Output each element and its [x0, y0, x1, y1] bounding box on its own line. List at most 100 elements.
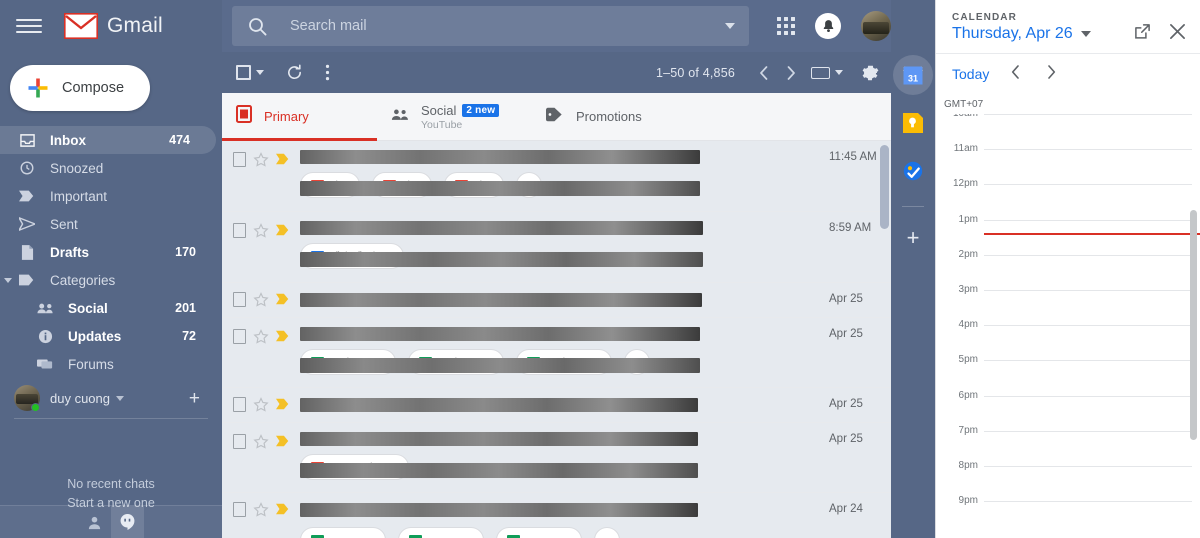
- sidebar-item-forums[interactable]: Forums: [0, 350, 222, 378]
- hour-label: 7pm: [958, 424, 978, 436]
- tasks-check-icon[interactable]: [898, 156, 928, 186]
- important-marker-icon[interactable]: [276, 152, 290, 166]
- list-item[interactable]: [496, 527, 582, 538]
- hour-label: 5pm: [958, 354, 978, 366]
- important-marker-icon[interactable]: [276, 223, 290, 237]
- add-chat-button[interactable]: +: [189, 389, 200, 408]
- table-row[interactable]: Aien Aien Aien 11:45 AM: [222, 141, 891, 212]
- hamburger-icon[interactable]: [16, 16, 42, 36]
- page-range: 1–50 of 4,856: [655, 65, 735, 80]
- hour-label: 1pm: [958, 213, 978, 225]
- table-row[interactable]: Screen Shot 20 Apr 25: [222, 423, 891, 493]
- chevron-down-icon[interactable]: [4, 277, 12, 283]
- chevron-down-icon[interactable]: [725, 23, 735, 29]
- star-icon[interactable]: [253, 329, 269, 345]
- email-list-scrollbar[interactable]: [880, 145, 889, 229]
- tab-primary[interactable]: Primary: [222, 93, 377, 141]
- left-sidebar: Gmail Compose Inbox 474 Snoozed Importan…: [0, 0, 222, 538]
- person-icon[interactable]: [78, 506, 111, 538]
- sidebar-item-drafts[interactable]: Drafts 170: [0, 238, 222, 266]
- tab-label: Social: [421, 102, 457, 118]
- bell-icon[interactable]: [815, 13, 841, 39]
- chevron-down-icon[interactable]: [116, 395, 124, 401]
- hour-label: 8pm: [958, 459, 978, 471]
- keep-bulb-icon[interactable]: [898, 108, 928, 138]
- row-checkbox[interactable]: [233, 397, 246, 412]
- important-marker-icon[interactable]: [276, 292, 290, 306]
- row-checkbox[interactable]: [233, 434, 246, 449]
- important-marker-icon[interactable]: [276, 502, 290, 516]
- star-icon[interactable]: [253, 152, 269, 168]
- calendar-hour-row: 9pm: [936, 495, 1200, 536]
- open-in-new-icon[interactable]: [1134, 23, 1151, 40]
- sidebar-item-inbox[interactable]: Inbox 474: [0, 126, 216, 154]
- important-marker-icon[interactable]: [276, 329, 290, 343]
- calendar-scrollbar[interactable]: [1190, 210, 1197, 440]
- sidebar-item-sent[interactable]: Sent: [0, 210, 222, 238]
- star-icon[interactable]: [253, 397, 269, 413]
- next-page-button[interactable]: [777, 59, 805, 87]
- star-icon[interactable]: [253, 434, 269, 450]
- redacted-subject: [300, 503, 698, 517]
- list-item[interactable]: [300, 527, 386, 538]
- tab-promotions[interactable]: Promotions: [532, 93, 687, 140]
- important-marker-icon[interactable]: [276, 434, 290, 448]
- sidebar-item-social[interactable]: Social 201: [0, 294, 222, 322]
- table-row[interactable]: Apr 25: [222, 388, 891, 423]
- sidebar-item-updates[interactable]: Updates 72: [0, 322, 222, 350]
- search-icon: [246, 17, 268, 36]
- sidebar-item-categories[interactable]: Categories: [0, 266, 222, 294]
- search-placeholder: Search mail: [290, 18, 367, 34]
- table-row[interactable]: Kenh tu van Kenh tu van Kenh tu van Apr …: [222, 318, 891, 388]
- chevron-down-icon[interactable]: [256, 70, 264, 75]
- calendar-prev-button[interactable]: [1005, 64, 1025, 83]
- add-app-button[interactable]: +: [907, 227, 920, 249]
- hangouts-icon[interactable]: [111, 505, 144, 538]
- redacted-subject: [300, 150, 700, 164]
- prev-page-button[interactable]: [749, 59, 777, 87]
- keyboard-icon[interactable]: [811, 66, 843, 79]
- chevron-down-icon[interactable]: [1080, 31, 1091, 37]
- table-row[interactable]: số thuế tại cục 8:59 AM: [222, 212, 891, 283]
- email-list[interactable]: Aien Aien Aien 11:45 AM: [222, 141, 891, 538]
- chat-empty-line1: No recent chats: [67, 477, 155, 491]
- attachment-chips: số thuế tại cục: [300, 243, 821, 269]
- star-icon[interactable]: [253, 223, 269, 239]
- calendar-date-selector[interactable]: Thursday, Apr 26: [952, 25, 1134, 43]
- hour-label: 6pm: [958, 389, 978, 401]
- refresh-icon[interactable]: [286, 64, 303, 81]
- close-icon[interactable]: [1169, 23, 1186, 40]
- calendar-31-icon[interactable]: 31: [893, 55, 933, 95]
- chat-user[interactable]: duy cuong +: [0, 378, 222, 418]
- apps-grid-icon[interactable]: [777, 17, 795, 35]
- list-item[interactable]: [398, 527, 484, 538]
- gear-icon[interactable]: [861, 64, 879, 82]
- calendar-grid[interactable]: 10am 11am 12pm 1pm 2pm 3pm 4pm 5pm 6pm 7…: [936, 114, 1200, 538]
- attachment-chips: Kenh tu van Kenh tu van Kenh tu van: [300, 349, 821, 375]
- email-date: Apr 25: [829, 433, 863, 445]
- table-row[interactable]: Apr 25: [222, 283, 891, 318]
- sidebar-item-important[interactable]: Important: [0, 182, 222, 210]
- avatar[interactable]: [861, 11, 891, 41]
- attachment-overflow[interactable]: [594, 527, 620, 538]
- more-vert-icon[interactable]: [325, 64, 330, 81]
- table-row[interactable]: Apr 24: [222, 493, 891, 538]
- tab-social[interactable]: Social 2 new YouTube: [377, 93, 532, 140]
- row-checkbox[interactable]: [233, 223, 246, 238]
- calendar-next-button[interactable]: [1041, 64, 1061, 83]
- hour-line: [984, 465, 1192, 467]
- row-checkbox[interactable]: [233, 502, 246, 517]
- row-checkbox[interactable]: [233, 329, 246, 344]
- today-button[interactable]: Today: [952, 66, 989, 82]
- row-checkbox[interactable]: [233, 152, 246, 167]
- row-checkbox[interactable]: [233, 292, 246, 307]
- select-all-checkbox[interactable]: [236, 65, 264, 80]
- hour-line: [984, 430, 1192, 432]
- chevron-down-icon[interactable]: [835, 70, 843, 75]
- compose-button[interactable]: Compose: [10, 65, 151, 111]
- star-icon[interactable]: [253, 292, 269, 308]
- star-icon[interactable]: [253, 502, 269, 518]
- important-marker-icon[interactable]: [276, 397, 290, 411]
- search-input[interactable]: Search mail: [232, 6, 749, 46]
- sidebar-item-snoozed[interactable]: Snoozed: [0, 154, 222, 182]
